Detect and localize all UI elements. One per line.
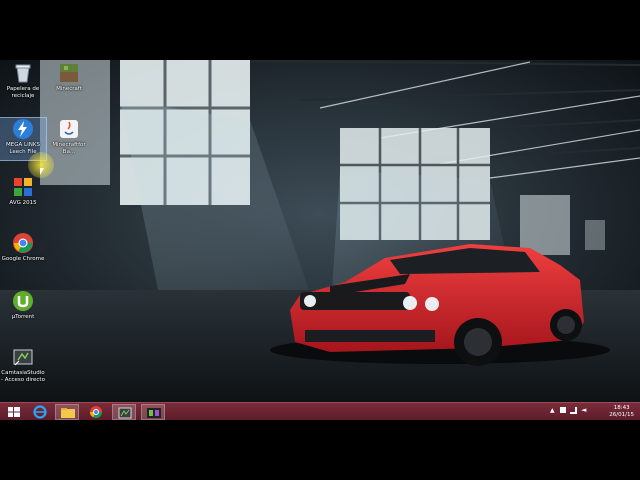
recycle-bin-icon bbox=[12, 62, 34, 84]
desktop-icon-label: Papelera de reciclaje bbox=[6, 86, 40, 99]
desktop-icon-label: CamtasiaStudio - Acceso directo bbox=[1, 370, 45, 383]
taskbar-google-chrome[interactable] bbox=[84, 404, 108, 420]
desktop-icon-minecraft[interactable]: Minecraft bbox=[46, 62, 92, 93]
windows-logo-icon bbox=[8, 407, 20, 417]
desktop-icon-utorrent[interactable]: µTorrent bbox=[0, 290, 46, 321]
desktop-icon-label: AVG 2015 bbox=[9, 200, 37, 206]
chrome-icon bbox=[12, 232, 34, 254]
desktop-icon-label: Google Chrome bbox=[1, 256, 45, 262]
taskbar-internet-explorer[interactable] bbox=[28, 404, 52, 420]
taskbar-camtasia[interactable] bbox=[112, 404, 136, 420]
minecraft-icon bbox=[58, 62, 80, 84]
clock-date: 26/01/15 bbox=[609, 412, 634, 418]
avg-icon bbox=[12, 176, 34, 198]
camtasia-icon bbox=[12, 346, 34, 368]
desktop-icon-camtasia[interactable]: CamtasiaStudio - Acceso directo bbox=[0, 346, 46, 383]
lightning-app-icon bbox=[12, 118, 34, 140]
chrome-icon bbox=[90, 406, 102, 419]
desktop-icon-label: Minecraftfor Ba... bbox=[52, 142, 86, 155]
show-hidden-icons-chevron-icon[interactable]: ▲ bbox=[550, 407, 555, 414]
clock-time: 18:43 bbox=[613, 405, 630, 411]
taskbar-file-explorer[interactable] bbox=[55, 404, 79, 420]
mouse-pointer-icon bbox=[40, 168, 44, 175]
clock[interactable]: 18:43 26/01/15 bbox=[609, 405, 634, 419]
desktop-screen: Papelera de reciclaje Minecraft MEGA LIN… bbox=[0, 60, 640, 420]
volume-icon[interactable]: ◄ bbox=[581, 407, 586, 414]
java-icon bbox=[58, 118, 80, 140]
network-icon[interactable] bbox=[570, 407, 577, 414]
utorrent-icon bbox=[12, 290, 34, 312]
start-button[interactable] bbox=[2, 404, 26, 420]
folder-icon bbox=[61, 408, 75, 418]
system-tray: ▲ ◄ 18:43 26/01/15 bbox=[540, 403, 640, 420]
internet-explorer-icon bbox=[33, 405, 47, 419]
desktop-icon-label: Minecraft bbox=[56, 86, 82, 92]
flag-icon[interactable] bbox=[560, 407, 566, 413]
desktop-icon-java[interactable]: Minecraftfor Ba... bbox=[46, 118, 92, 155]
camtasia-icon bbox=[118, 407, 132, 419]
taskbar: ▲ ◄ 18:43 26/01/15 bbox=[0, 402, 640, 420]
desktop-icon-label: µTorrent bbox=[11, 314, 35, 320]
desktop-icon-avg[interactable]: AVG 2015 bbox=[0, 176, 46, 207]
film-strip-icon bbox=[147, 408, 161, 418]
wallpaper bbox=[0, 60, 640, 402]
desktop-icon-chrome[interactable]: Google Chrome bbox=[0, 232, 46, 263]
desktop-icon-recycle-bin[interactable]: Papelera de reciclaje bbox=[0, 62, 46, 99]
taskbar-media-app[interactable] bbox=[141, 404, 165, 420]
